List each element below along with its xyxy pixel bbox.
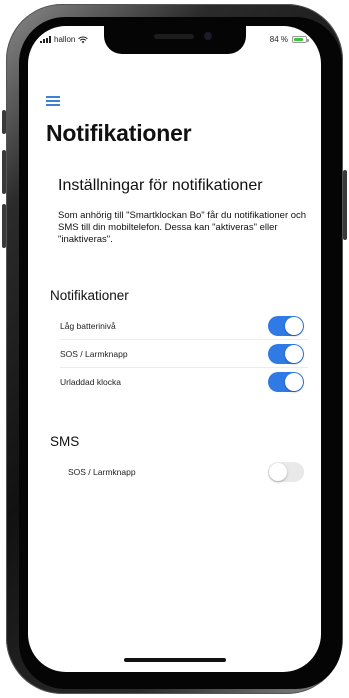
page-title: Notifikationer — [46, 120, 192, 146]
toggle-switch[interactable] — [268, 462, 304, 482]
list-item: Urladdad klocka — [60, 368, 308, 396]
toggle-switch[interactable] — [268, 316, 304, 336]
setting-label: SOS / Larmknapp — [68, 467, 136, 477]
battery-percentage: 84 % — [269, 35, 288, 44]
toggle-switch[interactable] — [268, 372, 304, 392]
power-button — [343, 170, 347, 240]
list-item: SOS / Larmknapp — [60, 340, 308, 368]
status-bar: hallon 84 % — [28, 26, 321, 56]
setting-label: Låg batterinivå — [60, 321, 116, 331]
toggle-switch[interactable] — [268, 344, 304, 364]
battery-status: 84 % — [269, 35, 309, 44]
device-stage: hallon 84 % Notifikationer Inställningar… — [0, 0, 349, 698]
sms-list: SOS / Larmknapp — [68, 458, 308, 486]
hamburger-menu-icon[interactable] — [46, 96, 60, 106]
setting-label: Urladdad klocka — [60, 377, 121, 387]
sms-group-title: SMS — [50, 434, 80, 449]
battery-icon — [292, 36, 309, 43]
settings-heading: Inställningar för notifikationer — [58, 177, 263, 194]
settings-description: Som anhörig till "Smartklockan Bo" får d… — [58, 210, 307, 245]
setting-label: SOS / Larmknapp — [60, 349, 128, 359]
wifi-icon — [78, 36, 89, 43]
list-item: Låg batterinivå — [60, 312, 308, 340]
list-item: SOS / Larmknapp — [68, 458, 308, 486]
notifications-group-title: Notifikationer — [50, 288, 129, 303]
phone-screen: hallon 84 % Notifikationer Inställningar… — [28, 26, 321, 672]
notifications-list: Låg batterinivå SOS / Larmknapp Urladdad… — [60, 312, 308, 396]
carrier-name: hallon — [54, 35, 76, 44]
carrier-info: hallon — [40, 35, 89, 44]
cellular-signal-icon — [40, 36, 51, 43]
home-indicator[interactable] — [124, 658, 226, 662]
